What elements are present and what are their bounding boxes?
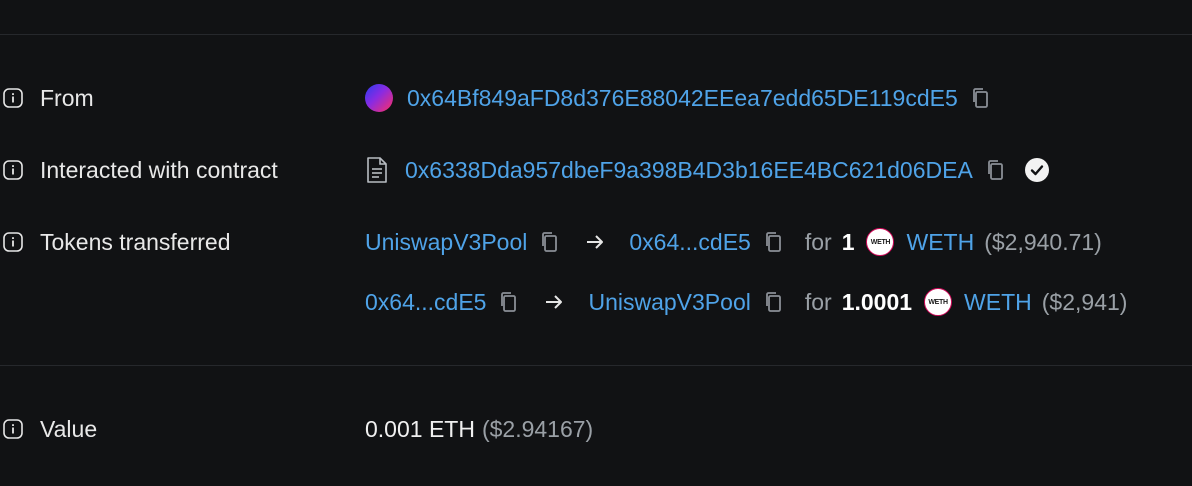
for-text: for	[804, 288, 832, 315]
copy-icon[interactable]	[763, 231, 783, 253]
for-text: for	[804, 228, 832, 255]
info-icon[interactable]	[2, 418, 24, 440]
transfer-usd-value: ($2,940.71)	[984, 228, 1102, 255]
arrow-right-icon	[544, 293, 564, 311]
contract-document-icon	[365, 156, 389, 184]
transfer-from-link[interactable]: 0x64...cdE5	[365, 289, 486, 316]
contract-label: Interacted with contract	[40, 156, 278, 183]
from-address-link[interactable]: 0x64Bf849aFD8d376E88042EEea7edd65DE119cd…	[407, 85, 958, 112]
info-icon[interactable]	[2, 87, 24, 109]
from-value: 0x64Bf849aFD8d376E88042EEea7edd65DE119cd…	[365, 78, 990, 118]
copy-icon[interactable]	[970, 87, 990, 109]
transfer-amount: 1	[841, 228, 855, 255]
contract-label-group: Interacted with contract	[0, 150, 278, 190]
copy-icon[interactable]	[763, 291, 783, 313]
address-avatar	[365, 84, 393, 112]
weth-token-icon: WETH	[866, 228, 895, 256]
info-icon[interactable]	[2, 159, 24, 181]
middle-divider	[0, 365, 1192, 366]
contract-row: Interacted with contract 0x6338Dda957dbe…	[0, 150, 1192, 190]
value-row: Value 0.001 ETH ($2.94167)	[0, 409, 1192, 449]
copy-icon[interactable]	[498, 291, 518, 313]
from-row: From 0x64Bf849aFD8d376E88042EEea7edd65DE…	[0, 78, 1192, 118]
verified-check-icon	[1024, 158, 1049, 182]
contract-address-link[interactable]: 0x6338Dda957dbeF9a398B4D3b16EE4BC621d06D…	[405, 157, 973, 184]
transfer-item: 0x64...cdE5 UniswapV3Pool for 1.0001 WET…	[365, 282, 1127, 322]
transfer-usd-value: ($2,941)	[1041, 288, 1128, 315]
from-label: From	[40, 84, 94, 111]
transfer-to-link[interactable]: 0x64...cdE5	[629, 229, 750, 256]
top-divider	[0, 34, 1192, 35]
transfer-from-link[interactable]: UniswapV3Pool	[365, 229, 527, 256]
value-label-group: Value	[0, 409, 97, 449]
transfer-to-link[interactable]: UniswapV3Pool	[588, 289, 750, 316]
info-icon[interactable]	[2, 231, 24, 253]
tokens-row: Tokens transferred UniswapV3Pool 0x64...…	[0, 222, 1192, 262]
contract-value: 0x6338Dda957dbeF9a398B4D3b16EE4BC621d06D…	[365, 150, 1049, 190]
arrow-right-icon	[585, 233, 605, 251]
token-link[interactable]: WETH	[964, 289, 1032, 316]
value-usd: ($2.94167)	[481, 415, 594, 442]
value-content: 0.001 ETH ($2.94167)	[365, 409, 593, 449]
tokens-label-group: Tokens transferred	[0, 222, 230, 262]
weth-token-icon: WETH	[924, 288, 953, 316]
value-label: Value	[40, 415, 98, 442]
tokens-row-2: 0x64...cdE5 UniswapV3Pool for 1.0001 WET…	[0, 282, 1192, 322]
copy-icon[interactable]	[985, 159, 1005, 181]
value-amount: 0.001 ETH	[365, 415, 475, 442]
from-label-group: From	[0, 78, 94, 118]
copy-icon[interactable]	[539, 231, 559, 253]
transfer-item: UniswapV3Pool 0x64...cdE5 for 1 WETH WET…	[365, 222, 1102, 262]
token-link[interactable]: WETH	[906, 229, 974, 256]
tokens-label: Tokens transferred	[40, 228, 231, 255]
transfer-amount: 1.0001	[841, 288, 913, 315]
